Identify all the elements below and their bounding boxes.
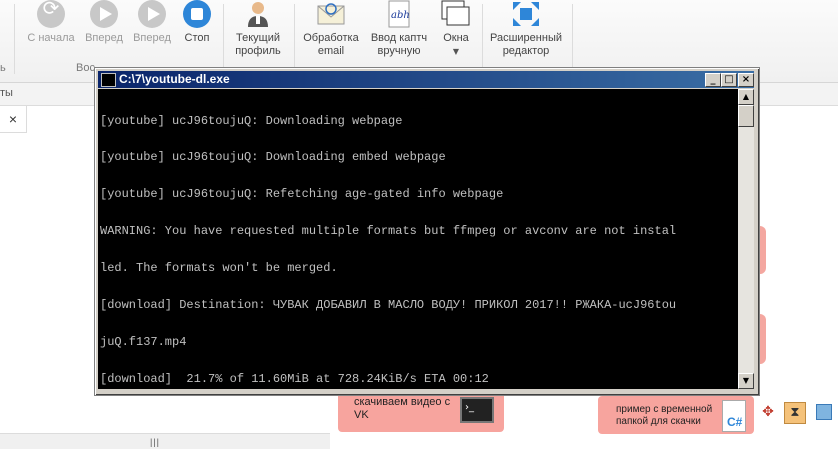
stop-button[interactable]: Стоп [178,0,216,45]
hourglass-icon[interactable]: ⧗ [784,402,806,424]
email-processing-label: Обработка email [303,32,359,57]
svg-text:abh: abh [391,10,410,21]
stop-icon [181,0,213,28]
card-vk-label: скачиваем видео с VK [354,396,451,421]
expand-arrows-icon [510,0,542,28]
windows-label: Окна [443,32,469,44]
close-button[interactable]: × [738,73,754,87]
windows-button[interactable]: Окна ▼ [436,0,476,58]
horizontal-scrollbar[interactable]: ||| [0,433,330,449]
restart-label: С начала [27,32,75,44]
forward-button[interactable]: Вперед [82,0,126,45]
ribbon-group-playback: Вос [76,62,95,74]
console-window: C:\7\youtube-dl.exe _ □ × [youtube] ucJ9… [94,67,760,396]
restart-button[interactable]: С начала [26,0,76,45]
email-icon [315,0,347,28]
tab-label-fragment[interactable]: ты [0,87,13,99]
forward-step-button[interactable]: Вперед [130,0,174,45]
captcha-icon: abh [383,0,415,28]
forward-step-label: Вперед [133,32,171,44]
ribbon-separator [294,4,295,74]
console-line: [download] Destination: ЧУВАК ДОБАВИЛ В … [100,298,677,313]
console-titlebar[interactable]: C:\7\youtube-dl.exe _ □ × [98,71,754,88]
manual-captcha-button[interactable]: abh Ввод каптч вручную [366,0,432,58]
forward-label: Вперед [85,32,123,44]
ribbon-separator [572,4,573,74]
console-line: [youtube] ucJ96toujuQ: Refetching age-ga… [100,187,504,202]
stop-label: Стоп [184,32,210,44]
close-tab-button[interactable]: × [0,106,27,133]
current-profile-button[interactable]: Текущий профиль [230,0,286,58]
ribbon-separator [14,4,15,74]
ribbon-separator [482,4,483,74]
move-icon[interactable]: ✥ [760,404,776,420]
console-line: led. The formats won't be merged. [100,261,338,276]
console-title: C:\7\youtube-dl.exe [119,72,230,86]
ribbon-group-label: ь [0,62,6,74]
console-line: juQ.f137.mp4 [100,334,187,349]
console-line: [youtube] ucJ96toujuQ: Downloading webpa… [100,113,403,128]
ribbon-separator [223,4,224,74]
manual-captcha-label: Ввод каптч вручную [370,32,428,57]
email-processing-button[interactable]: Обработка email [300,0,362,58]
window-icon[interactable] [816,404,832,420]
advanced-editor-button[interactable]: Расширенный редактор [490,0,562,58]
restart-icon [35,0,67,28]
current-profile-label: Текущий профиль [235,32,281,57]
canvas-card-vk[interactable]: скачиваем видео с VK ›_ [338,392,504,432]
user-icon [242,0,274,28]
console-line: [youtube] ucJ96toujuQ: Downloading embed… [100,150,446,165]
console-line: WARNING: You have requested multiple for… [100,224,677,239]
console-icon: ›_ [460,397,494,423]
console-output: [youtube] ucJ96toujuQ: Downloading webpa… [98,89,738,389]
play-step-icon [136,0,168,28]
maximize-button[interactable]: □ [721,73,737,87]
canvas-card-temp-folder[interactable]: пример с временной папкой для скачки C# [598,396,754,434]
scroll-up-button[interactable]: ▲ [738,89,754,105]
scroll-thumb-grip[interactable]: ||| [150,437,160,447]
windows-icon [440,0,472,28]
csharp-file-icon: C# [722,400,746,432]
advanced-editor-label: Расширенный редактор [490,32,562,57]
csharp-badge: C# [727,415,743,429]
scroll-thumb[interactable] [738,105,754,127]
chevron-down-icon: ▼ [452,47,460,56]
play-icon [88,0,120,28]
scroll-down-button[interactable]: ▼ [738,373,754,389]
console-line: [download] 21.7% of 11.60MiB at 728.24Ki… [100,371,489,386]
card-temp-label: пример с временной папкой для скачки [616,404,713,427]
console-scrollbar[interactable]: ▲ ▼ [738,89,754,389]
minimize-button[interactable]: _ [705,73,721,87]
console-app-icon [101,73,116,87]
